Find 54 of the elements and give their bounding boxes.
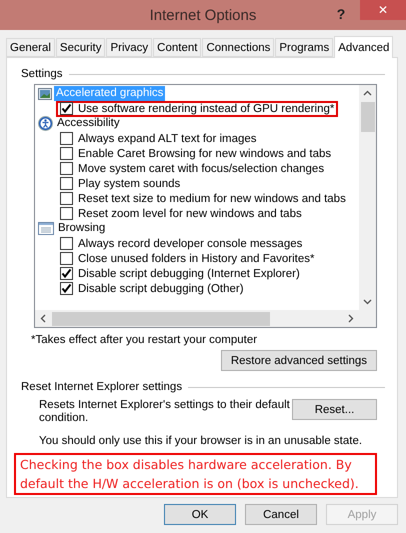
warning-text: You should only use this if your browser is in an unusable state.: [39, 435, 364, 447]
tab[interactable]: Advanced: [334, 36, 394, 58]
picture-frame-icon: [38, 88, 52, 100]
tab[interactable]: Security: [56, 38, 106, 57]
tab[interactable]: General: [6, 38, 55, 57]
tab[interactable]: Content: [153, 38, 202, 57]
option-label: Always expand ALT text for images: [78, 132, 257, 144]
checkbox[interactable]: [60, 162, 73, 175]
checkbox[interactable]: [60, 147, 73, 160]
option-label: Close unused folders in History and Favorites*: [78, 252, 315, 264]
accessibility-icon: [38, 116, 53, 131]
checkbox[interactable]: [60, 192, 73, 205]
check-icon: [61, 283, 72, 294]
checkbox[interactable]: [60, 102, 73, 115]
option-label: Enable Caret Browsing for new windows and tabs: [78, 148, 332, 160]
dialog-button[interactable]: OK: [164, 504, 236, 525]
tab[interactable]: Programs: [275, 38, 334, 57]
window-icon: [38, 222, 54, 235]
vertical-scrollbar[interactable]: [359, 85, 376, 310]
option-label: Reset text size to medium for new windows and tabs: [78, 192, 346, 204]
horizontal-scrollbar[interactable]: [35, 310, 359, 327]
dialog-button[interactable]: Cancel: [245, 504, 317, 525]
checkbox[interactable]: [60, 177, 73, 190]
option-label: Disable script debugging (Other): [78, 282, 244, 294]
footnote: *Takes effect after you restart your computer: [31, 334, 258, 346]
group-title: Reset Internet Explorer settings: [21, 381, 182, 393]
restore-button[interactable]: Restore advanced settings: [220, 350, 377, 371]
window-title: Internet Options: [150, 6, 256, 24]
checkbox[interactable]: [60, 207, 73, 220]
checkbox[interactable]: [60, 282, 73, 295]
help-button[interactable]: ?: [328, 2, 354, 26]
option-label: Reset zoom level for new windows and tabs: [78, 208, 302, 220]
reset-description: Resets Internet Explorer's settings to their default condition.: [39, 399, 291, 425]
annotation-note: Checking the box disables hardware acceleration. By default the H/W acceleration is on (box is unchecked).: [14, 453, 377, 495]
close-button[interactable]: ✕: [360, 0, 406, 20]
reset-button[interactable]: Reset...: [292, 399, 377, 420]
group-title: Settings: [21, 68, 63, 80]
option-label: Always record developer console messages: [78, 238, 302, 250]
check-icon: [61, 103, 72, 114]
tab[interactable]: Connections: [202, 38, 274, 57]
category-heading[interactable]: Browsing: [56, 221, 108, 236]
category-heading[interactable]: Accessibility: [55, 116, 122, 131]
option-label: Use software rendering instead of GPU rendering*: [78, 102, 334, 114]
scrollbar-thumb[interactable]: [360, 102, 374, 132]
checkbox[interactable]: [60, 252, 73, 265]
checkbox[interactable]: [60, 132, 73, 145]
checkbox[interactable]: [60, 267, 73, 280]
option-label: Play system sounds: [78, 178, 180, 190]
option-label: Disable script debugging (Internet Explorer): [78, 268, 300, 280]
scrollbar-thumb[interactable]: [52, 312, 270, 326]
option-label: Move system caret with focus/selection changes: [78, 162, 324, 174]
checkbox[interactable]: [60, 237, 73, 250]
check-icon: [61, 268, 72, 279]
tab[interactable]: Privacy: [106, 38, 152, 57]
